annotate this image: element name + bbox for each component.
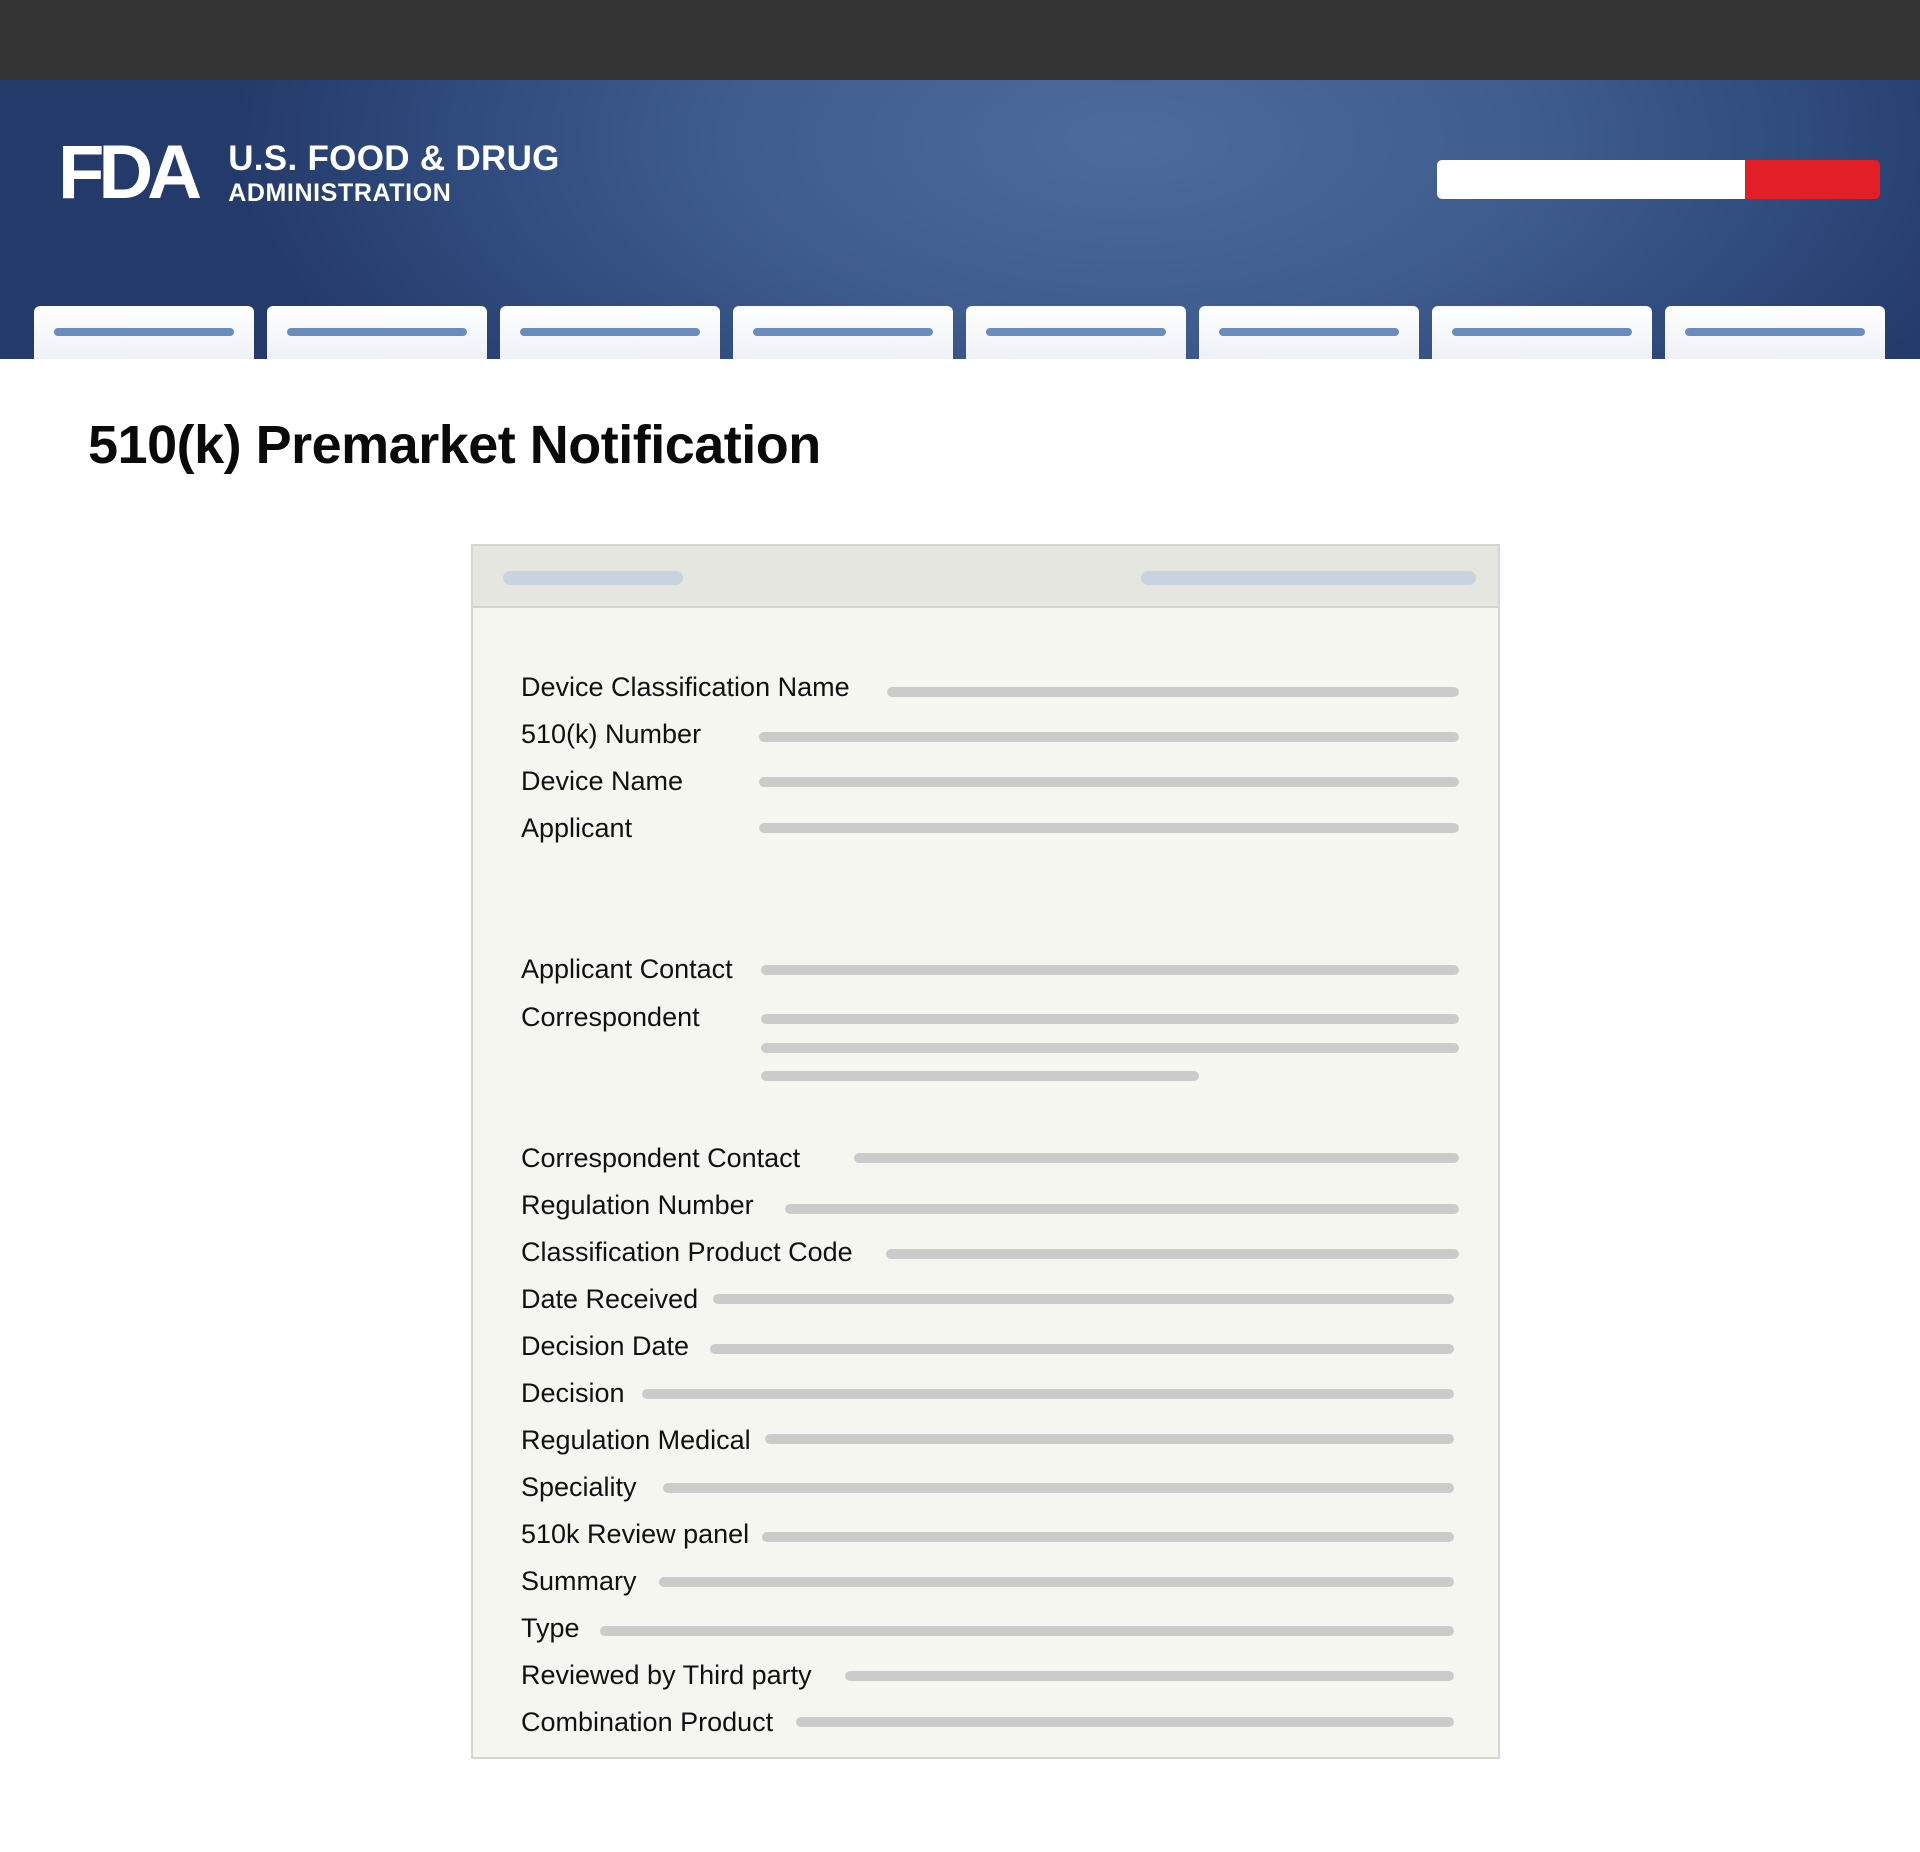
field-label-regulation-number: Regulation Number <box>521 1190 754 1220</box>
site-header: FDA U.S. FOOD & DRUG ADMINISTRATION <box>0 80 1920 359</box>
fda-logo[interactable]: FDA U.S. FOOD & DRUG ADMINISTRATION <box>58 130 560 215</box>
field-label-decision-date: Decision Date <box>521 1331 690 1361</box>
field-label-speciality: Speciality <box>521 1472 637 1502</box>
field-label-applicant-contact: Applicant Contact <box>521 954 733 984</box>
field-label-type: Type <box>521 1613 580 1643</box>
field-value-placeholder <box>642 1389 1454 1399</box>
field-value-placeholder <box>762 1532 1454 1542</box>
nav-tab-4[interactable] <box>733 306 953 359</box>
header-right-placeholder <box>1141 571 1476 585</box>
field-value-placeholder <box>663 1483 1454 1493</box>
nav-tab-placeholder <box>287 328 467 336</box>
top-utility-bar <box>0 0 1920 80</box>
field-label-reviewed-by-third-party: Reviewed by Third party <box>521 1660 812 1690</box>
header-left-placeholder <box>503 571 683 585</box>
field-label-device-classification-name: Device Classification Name <box>521 672 850 702</box>
nav-tab-placeholder <box>54 328 234 336</box>
field-value-placeholder <box>759 777 1459 787</box>
field-label-decision: Decision <box>521 1378 625 1408</box>
field-value-placeholder <box>845 1671 1454 1681</box>
nav-tab-placeholder <box>1219 328 1399 336</box>
nav-tab-3[interactable] <box>500 306 720 359</box>
field-label-510k-review-panel: 510k Review panel <box>521 1519 750 1549</box>
fda-logo-text: U.S. FOOD & DRUG ADMINISTRATION <box>228 140 559 208</box>
field-label-applicant: Applicant <box>521 813 633 843</box>
nav-tab-7[interactable] <box>1432 306 1652 359</box>
nav-tab-placeholder <box>986 328 1166 336</box>
nav-tab-placeholder <box>1452 328 1632 336</box>
main-navigation <box>34 306 1886 359</box>
nav-tab-1[interactable] <box>34 306 254 359</box>
field-label-correspondent-contact: Correspondent Contact <box>521 1143 801 1173</box>
logo-line-1: U.S. FOOD & DRUG <box>228 139 560 178</box>
field-value-placeholder <box>713 1294 1454 1304</box>
field-value-placeholder <box>761 1014 1459 1024</box>
site-search <box>1437 160 1880 199</box>
nav-tab-6[interactable] <box>1199 306 1419 359</box>
field-label-combination-product: Combination Product <box>521 1707 774 1737</box>
field-value-placeholder <box>886 1249 1459 1259</box>
nav-tab-8[interactable] <box>1665 306 1885 359</box>
nav-tab-2[interactable] <box>267 306 487 359</box>
field-value-placeholder <box>854 1153 1459 1163</box>
field-label-classification-product-code: Classification Product Code <box>521 1237 853 1267</box>
field-value-placeholder <box>759 732 1459 742</box>
field-value-placeholder <box>765 1434 1454 1444</box>
search-input[interactable] <box>1437 160 1745 199</box>
record-card: Device Classification Name 510(k) Number… <box>471 544 1500 1759</box>
field-label-correspondent: Correspondent <box>521 1002 700 1032</box>
nav-tab-placeholder <box>520 328 700 336</box>
field-value-placeholder <box>887 687 1459 697</box>
field-value-placeholder <box>761 1043 1459 1053</box>
nav-tab-placeholder <box>1685 328 1865 336</box>
page-title: 510(k) Premarket Notification <box>88 415 821 475</box>
field-label-device-name: Device Name <box>521 766 684 796</box>
field-value-placeholder <box>785 1204 1459 1214</box>
field-label-regulation-medical: Regulation Medical <box>521 1425 751 1455</box>
field-label-summary: Summary <box>521 1566 637 1596</box>
search-button[interactable] <box>1745 160 1880 199</box>
record-card-header <box>473 546 1498 608</box>
field-value-placeholder <box>761 965 1459 975</box>
nav-tab-placeholder <box>753 328 933 336</box>
field-label-date-received: Date Received <box>521 1284 699 1314</box>
field-value-placeholder <box>710 1344 1454 1354</box>
field-value-placeholder <box>600 1626 1454 1636</box>
logo-line-2: ADMINISTRATION <box>228 179 452 207</box>
field-value-placeholder <box>796 1717 1454 1727</box>
field-value-placeholder <box>659 1577 1454 1587</box>
fda-logo-mark: FDA <box>58 130 202 215</box>
nav-tab-5[interactable] <box>966 306 1186 359</box>
field-value-placeholder <box>761 1071 1199 1081</box>
field-label-510k-number: 510(k) Number <box>521 719 702 749</box>
field-value-placeholder <box>759 823 1459 833</box>
